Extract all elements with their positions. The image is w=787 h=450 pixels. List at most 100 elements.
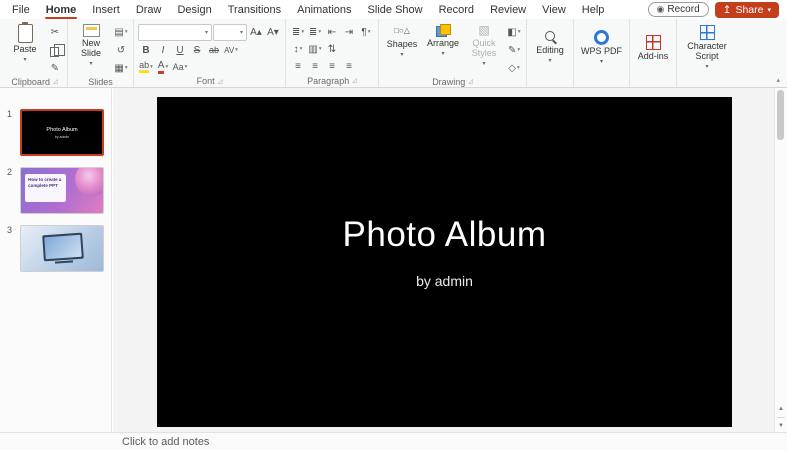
new-slide-button[interactable]: New Slide ▾ (72, 21, 110, 67)
reset-slide-button[interactable]: ↺ (113, 42, 129, 58)
tab-slide-show[interactable]: Slide Show (360, 0, 431, 19)
slide-thumbnail-1[interactable]: Photo Album by admin (20, 109, 104, 156)
previous-slide-button[interactable]: ▲ (778, 406, 784, 412)
rotate-text-button[interactable]: ⇅ (324, 41, 340, 57)
numbering-button[interactable]: ≣ ▾ (307, 24, 323, 40)
wps-pdf-group-label (578, 72, 625, 87)
slide-thumbnail-3[interactable] (20, 225, 104, 272)
change-case-icon: Aa (172, 62, 184, 72)
thumbnail-2-preview: How to create a complete PPT (21, 168, 103, 213)
clipboard-group: Paste ▾ ✂ ✎ Clipboard ◿ (2, 19, 68, 87)
addins-grid-icon (645, 34, 661, 50)
align-center-button[interactable]: ≡ (307, 58, 323, 74)
ribbon: Paste ▾ ✂ ✎ Clipboard ◿ New Slide ▾ ▤ ▾ ↺ (0, 19, 787, 88)
drawing-dialog-launcher[interactable]: ◿ (468, 78, 473, 85)
align-right-button[interactable]: ≡ (324, 58, 340, 74)
notes-pane[interactable]: Click to add notes (0, 432, 787, 450)
new-slide-icon (82, 24, 100, 37)
columns-button[interactable]: ▥ ▾ (307, 41, 323, 57)
tab-file[interactable]: File (4, 0, 38, 19)
bold-button[interactable]: B (138, 42, 154, 58)
scrollbar-thumb[interactable] (777, 90, 784, 140)
shape-fill-button[interactable]: ◧ ▾ (506, 24, 522, 40)
strikethrough-ab-button[interactable]: ab (206, 42, 222, 58)
character-script-chevron-icon: ▾ (705, 64, 709, 71)
addins-group-label (634, 72, 672, 87)
character-spacing-button[interactable]: AV ▾ (223, 42, 239, 58)
strikethrough-ab-icon: ab (208, 45, 219, 55)
paragraph-dialog-launcher[interactable]: ◿ (352, 77, 357, 84)
cut-button[interactable]: ✂ (47, 24, 63, 40)
slide-thumbnail-2[interactable]: How to create a complete PPT (20, 167, 104, 214)
tab-design[interactable]: Design (169, 0, 219, 19)
character-script-label: Character Script (687, 41, 727, 62)
share-button[interactable]: ↥ Share ▾ (714, 1, 779, 18)
font-name-combo[interactable]: ▾ (138, 24, 212, 41)
current-slide[interactable]: Photo Album by admin (157, 97, 732, 427)
quick-styles-button[interactable]: ▧ Quick Styles ▾ (465, 21, 503, 68)
copy-icon (49, 43, 65, 57)
next-slide-button[interactable]: ▼ (778, 423, 784, 429)
slide-editing-canvas[interactable]: Photo Album by admin (113, 88, 774, 432)
editing-chevron-icon: ▾ (548, 58, 552, 65)
shrink-font-button[interactable]: A▾ (265, 25, 281, 41)
underline-icon: U (176, 44, 184, 56)
tab-home[interactable]: Home (38, 0, 85, 19)
tab-record[interactable]: Record (431, 0, 482, 19)
vertical-scrollbar[interactable]: ▲ ▼ (774, 88, 787, 432)
section-button[interactable]: ▦ ▾ (113, 60, 129, 76)
font-size-combo[interactable]: ▾ (213, 24, 247, 41)
tab-review[interactable]: Review (482, 0, 534, 19)
thumbnail-3-monitor-base (54, 260, 74, 264)
paste-chevron-icon: ▾ (23, 56, 27, 63)
slides-group-label: Slides (72, 76, 129, 87)
tab-view[interactable]: View (534, 0, 574, 19)
clipboard-label-text: Clipboard (11, 76, 50, 87)
underline-button[interactable]: U (172, 42, 188, 58)
quick-styles-chevron-icon: ▾ (482, 60, 486, 67)
addins-button[interactable]: Add-ins (634, 32, 672, 62)
tab-animations[interactable]: Animations (289, 0, 359, 19)
tab-insert[interactable]: Insert (84, 0, 128, 19)
slide-subtitle[interactable]: by admin (157, 273, 732, 289)
align-left-button[interactable]: ≡ (290, 58, 306, 74)
character-script-button[interactable]: Character Script ▾ (681, 22, 733, 70)
shape-outline-button[interactable]: ✎ ▾ (506, 42, 522, 58)
bullets-chevron-icon: ▾ (301, 29, 305, 35)
slide-layout-button[interactable]: ▤ ▾ (113, 24, 129, 40)
line-spacing-button[interactable]: ↕ ▾ (290, 41, 306, 57)
italic-icon: I (161, 44, 165, 56)
text-direction-chevron-icon: ▾ (367, 29, 371, 35)
change-case-button[interactable]: Aa ▾ (172, 59, 188, 75)
shapes-button[interactable]: □○△ Shapes ▾ (383, 21, 421, 58)
copy-button[interactable] (47, 42, 65, 58)
justify-button[interactable]: ≡ (341, 58, 357, 74)
tab-transitions[interactable]: Transitions (220, 0, 289, 19)
tab-draw[interactable]: Draw (128, 0, 170, 19)
collapse-ribbon-button[interactable]: ▴ (776, 76, 780, 84)
font-dialog-launcher[interactable]: ◿ (218, 78, 223, 85)
format-painter-button[interactable]: ✎ (47, 60, 63, 76)
grow-font-button[interactable]: A▴ (248, 25, 264, 41)
increase-indent-button[interactable]: ⇥ (341, 24, 357, 40)
bullets-button[interactable]: ≣ ▾ (290, 24, 306, 40)
wps-pdf-button[interactable]: WPS PDF ▾ (578, 27, 625, 65)
font-color-button[interactable]: A ▾ (155, 59, 171, 75)
text-direction-button[interactable]: ¶ ▾ (358, 24, 374, 40)
slide-title[interactable]: Photo Album (157, 215, 732, 255)
tab-help[interactable]: Help (574, 0, 613, 19)
editing-group-label (531, 72, 569, 87)
record-button[interactable]: ◉ Record (647, 2, 709, 17)
wps-pdf-group: WPS PDF ▾ (574, 19, 631, 87)
paste-label: Paste (13, 44, 37, 54)
highlight-color-button[interactable]: ab ▾ (138, 59, 154, 75)
strikethrough-button[interactable]: S (189, 42, 205, 58)
shape-effects-button[interactable]: ◇ ▾ (506, 60, 522, 76)
decrease-indent-button[interactable]: ⇤ (324, 24, 340, 40)
clipboard-dialog-launcher[interactable]: ◿ (53, 78, 58, 85)
slide-thumbnail-panel: 1 Photo Album by admin 2 How to create a… (0, 88, 112, 432)
paste-button[interactable]: Paste ▾ (6, 21, 44, 63)
editing-button[interactable]: Editing ▾ (531, 28, 569, 64)
italic-button[interactable]: I (155, 42, 171, 58)
arrange-button[interactable]: Arrange ▾ (424, 21, 462, 57)
